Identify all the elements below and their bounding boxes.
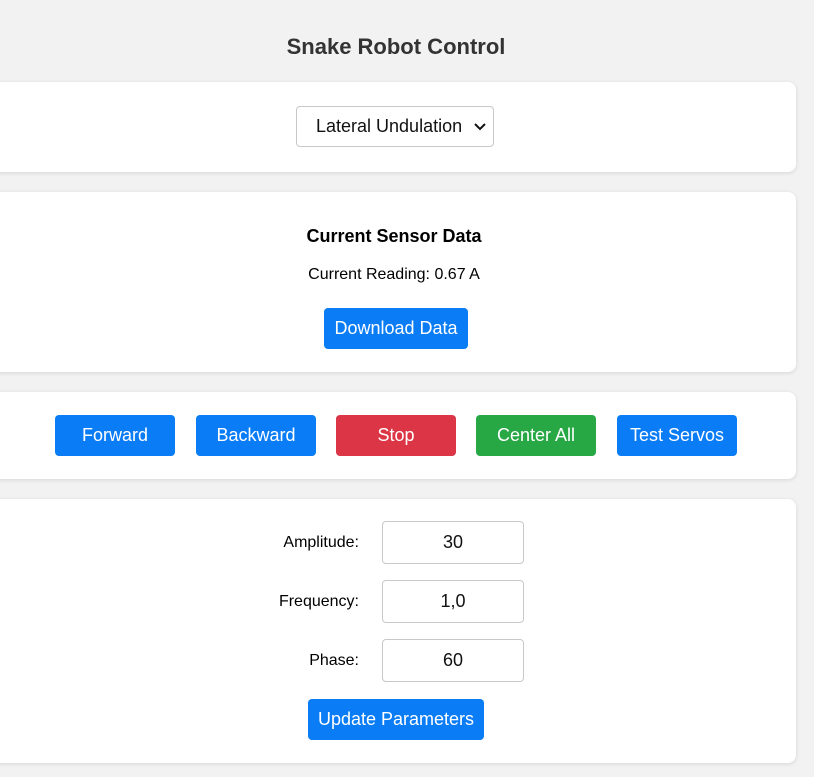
- center-all-button[interactable]: Center All: [476, 415, 596, 456]
- chevron-down-icon: [474, 123, 486, 131]
- stop-button[interactable]: Stop: [336, 415, 456, 456]
- forward-button[interactable]: Forward: [55, 415, 175, 456]
- phase-input[interactable]: 60: [382, 639, 524, 682]
- current-reading: Current Reading: 0.67 A: [308, 266, 480, 283]
- amplitude-label: Amplitude:: [283, 534, 359, 551]
- movement-controls-card: Forward Backward Stop Center All Test Se…: [0, 392, 796, 479]
- sensor-card: Current Sensor Data Current Reading: 0.6…: [0, 192, 796, 372]
- sensor-heading: Current Sensor Data: [306, 226, 482, 246]
- parameters-card: Amplitude: 30 Frequency: 1,0 Phase: 60 U…: [0, 499, 796, 763]
- frequency-label: Frequency:: [278, 593, 359, 610]
- page-title: Snake Robot Control: [286, 34, 506, 59]
- gait-mode-selected: Lateral Undulation: [316, 116, 463, 136]
- gait-mode-select[interactable]: Lateral Undulation: [296, 106, 494, 147]
- frequency-input[interactable]: 1,0: [382, 580, 524, 623]
- test-servos-button[interactable]: Test Servos: [617, 415, 737, 456]
- mode-card: Lateral Undulation: [0, 82, 796, 172]
- phase-label: Phase:: [309, 652, 359, 669]
- download-data-button[interactable]: Download Data: [324, 308, 468, 349]
- backward-button[interactable]: Backward: [196, 415, 316, 456]
- amplitude-input[interactable]: 30: [382, 521, 524, 564]
- update-parameters-button[interactable]: Update Parameters: [308, 699, 484, 740]
